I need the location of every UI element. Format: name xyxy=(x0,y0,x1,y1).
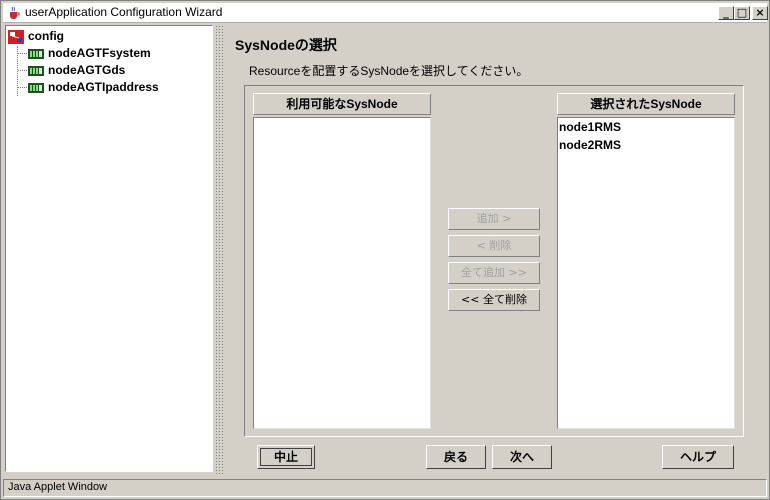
wizard-window: userApplication Configuration Wizard _ □… xyxy=(0,0,770,500)
status-text: Java Applet Window xyxy=(8,481,108,493)
back-button[interactable]: 戻る xyxy=(426,445,486,469)
available-list-header: 利用可能なSysNode xyxy=(253,93,431,115)
title-bar[interactable]: userApplication Configuration Wizard _ □… xyxy=(3,3,768,23)
tree-node-label: nodeAGTGds xyxy=(48,63,126,77)
instruction-text: Resourceを配置するSysNodeを選択してください。 xyxy=(249,64,529,78)
configuration-tree[interactable]: config nodeAGTFsystem nodeAGTGds nodeAGT… xyxy=(5,25,213,472)
selected-sysnode-list[interactable]: node1RMS node2RMS xyxy=(557,117,735,429)
resource-icon xyxy=(28,83,44,93)
main-panel: SysNodeの選択 Resourceを配置するSysNodeを選択してください… xyxy=(225,25,767,475)
resource-icon xyxy=(28,66,44,76)
java-cup-icon xyxy=(10,6,20,19)
selected-list-header: 選択されたSysNode xyxy=(557,93,735,115)
close-button[interactable]: × xyxy=(752,6,768,20)
config-icon xyxy=(8,30,24,44)
remove-all-button[interactable]: << 全て削除 xyxy=(448,289,540,311)
sysnode-selection-group: 利用可能なSysNode 追加 > < 削除 全て追加 >> << 全て削除 選… xyxy=(244,85,744,437)
help-button[interactable]: ヘルプ xyxy=(662,445,734,469)
next-button[interactable]: 次へ xyxy=(492,445,552,469)
tree-connector xyxy=(18,87,27,88)
maximize-button[interactable]: □ xyxy=(734,6,750,20)
add-button[interactable]: 追加 > xyxy=(448,208,540,230)
tree-node-label: config xyxy=(28,29,64,43)
cancel-button[interactable]: 中止 xyxy=(257,445,315,469)
tree-node-label: nodeAGTIpaddress xyxy=(48,80,159,94)
list-item[interactable]: node1RMS xyxy=(559,119,621,136)
tree-node-label: nodeAGTFsystem xyxy=(48,46,151,60)
page-title: SysNodeの選択 xyxy=(235,37,337,53)
minimize-button[interactable]: _ xyxy=(718,6,734,20)
remove-button[interactable]: < 削除 xyxy=(448,235,540,257)
tree-connector xyxy=(18,70,27,71)
list-item[interactable]: node2RMS xyxy=(559,137,621,154)
status-bar: Java Applet Window xyxy=(3,479,767,497)
window-title: userApplication Configuration Wizard xyxy=(25,5,223,19)
split-pane-divider[interactable] xyxy=(215,25,223,475)
resource-icon xyxy=(28,49,44,59)
tree-connector xyxy=(18,53,27,54)
add-all-button[interactable]: 全て追加 >> xyxy=(448,262,540,284)
available-sysnode-list[interactable] xyxy=(253,117,431,429)
